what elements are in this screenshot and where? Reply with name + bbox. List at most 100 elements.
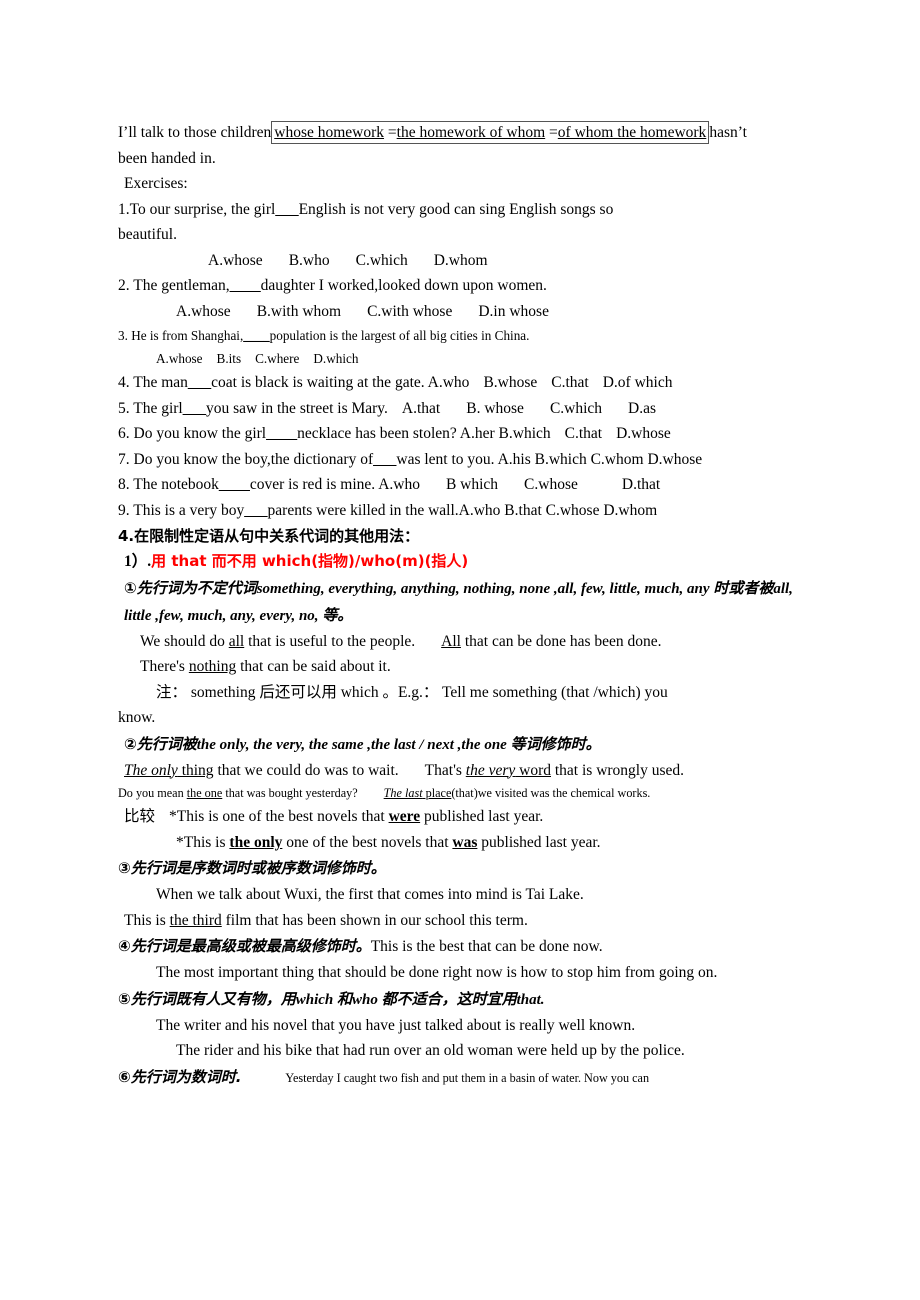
compare-2-keyword-1: the only — [229, 833, 283, 851]
exercises-label: Exercises: — [124, 175, 188, 192]
exercise-4-option-c[interactable]: C.that — [551, 374, 588, 391]
rule-2-ex2b-noun: place — [422, 786, 452, 800]
exercise-2-option-a[interactable]: A.whose — [176, 303, 231, 320]
rule-6-tail: Yesterday I caught two fish and put them… — [285, 1070, 650, 1085]
exercise-6-option-c[interactable]: C.that — [565, 425, 602, 442]
rule-1-ex1-post: that is useful to the people. — [244, 632, 416, 650]
exercise-6-option-d[interactable]: D.whose — [616, 425, 671, 442]
rule-1-ex1-pre: We should do — [140, 632, 229, 650]
rule-3-ex2-post: film that has been shown in our school t… — [221, 911, 528, 929]
exercise-7-stem-a: Do you know the boy,the dictionary of — [129, 450, 374, 468]
exercise-8-option-a[interactable]: A.who — [378, 476, 420, 493]
exercise-4-option-b[interactable]: B.whose — [483, 374, 537, 391]
rule-1-en-1: something, everything, anything, nothing… — [256, 580, 710, 597]
exercise-6-stem: 6. Do you know the girl____necklace has … — [118, 421, 805, 447]
exercise-8-stem: 8. The notebook____cover is red is mine.… — [118, 472, 805, 498]
exercise-5-option-b[interactable]: B. whose — [466, 400, 524, 417]
exercise-3-option-c[interactable]: C.where — [255, 351, 299, 366]
exercise-3-option-d[interactable]: D.which — [313, 351, 358, 366]
exercise-7-option-d[interactable]: D.whose — [647, 451, 702, 468]
rule-6-heading: ⑥先行词为数词时. Yesterday I caught two fish and… — [118, 1064, 805, 1091]
exercise-2-option-d[interactable]: D.in whose — [478, 303, 549, 320]
exercise-1-option-c[interactable]: C.which — [356, 252, 408, 269]
exercise-1-option-b[interactable]: B.who — [289, 252, 330, 269]
exercise-8-stem-a: The notebook — [129, 476, 219, 493]
rule-2-ex2-post: that was bought yesterday? — [222, 786, 358, 800]
item-1-red-text: 用 that 而不用 which(指物)/who(m)(指人) — [151, 552, 469, 570]
exercise-8-option-d[interactable]: D.that — [622, 476, 660, 493]
exercise-9-option-a[interactable]: A.who — [459, 502, 501, 519]
exercise-8-option-b[interactable]: B which — [446, 476, 498, 493]
exercise-1-option-d[interactable]: D.whom — [434, 252, 488, 269]
exercise-9-stem: 9. This is a very boy___parents were kil… — [118, 498, 805, 524]
rule-5-en-1: which — [295, 991, 334, 1008]
compare-2-keyword-2: was — [452, 833, 478, 851]
rule-4-zh-1: 先行词是最高级或被最高级修饰时。 — [130, 937, 371, 955]
exercise-8-option-c[interactable]: C.whose — [524, 476, 578, 493]
exercise-7-option-c[interactable]: C.whom — [591, 451, 644, 468]
exercise-3-option-a[interactable]: A.whose — [156, 351, 203, 366]
compare-2-mid: one of the best novels that — [282, 833, 453, 851]
rule-3-ex2-pre: This is — [124, 911, 170, 929]
exercise-7-option-a[interactable]: A.his — [498, 451, 531, 468]
exercise-8-blank: ____ — [218, 476, 250, 493]
exercise-5-blank: ___ — [182, 399, 206, 417]
exercise-2-option-c[interactable]: C.with whose — [367, 303, 452, 320]
boxed-part-3: of whom the homework — [557, 124, 707, 141]
compare-2-pre: *This is — [176, 833, 230, 851]
boxed-part-2: the homework of whom — [396, 124, 546, 141]
exercise-1-options: A.whose B.who C.which D.whom — [118, 248, 805, 274]
rule-2-ex2b-italic: The last — [383, 786, 423, 800]
exercise-7-option-b[interactable]: B.which — [535, 451, 587, 468]
rule-4-example-1: The most important thing that should be … — [156, 964, 718, 981]
exercise-6-option-a[interactable]: A.her — [460, 425, 495, 442]
rule-3-example-2: This is the third film that has been sho… — [118, 908, 805, 934]
rule-5-zh-3: 都不适合，这时宜用 — [381, 989, 517, 1008]
exercise-9-stem-a: This is a very boy — [129, 501, 245, 519]
exercise-4-option-d[interactable]: D.of which — [603, 374, 673, 391]
exercise-3-stem-b: population is the largest of all big cit… — [269, 328, 530, 343]
exercise-1-option-a[interactable]: A.whose — [208, 252, 263, 269]
exercise-4-stem-a: The man — [129, 374, 188, 391]
rule-5-heading: ⑤先行词既有人又有物，用which 和who 都不适合，这时宜用that. — [118, 986, 805, 1013]
rule-1-ex2-keyword: nothing — [188, 658, 237, 675]
intro-after: hasn’t — [709, 124, 747, 141]
exercise-9-stem-b: parents were killed in the wall. — [267, 501, 459, 519]
exercise-5-stem-a: The girl — [129, 399, 183, 417]
exercise-5-option-d[interactable]: D.as — [628, 400, 656, 417]
rule-2-zh-1: 先行词被 — [136, 734, 197, 753]
exercise-2-option-b[interactable]: B.with whom — [257, 303, 341, 320]
exercise-6-stem-b: necklace has been stolen? — [297, 425, 457, 442]
exercise-8-stem-b: cover is red is mine. — [249, 476, 376, 493]
item-1-number: 1）. — [124, 553, 152, 570]
intro-paragraph: I’ll talk to those children whose homewor… — [118, 120, 805, 146]
exercise-9-option-c[interactable]: C.whose — [546, 502, 600, 519]
exercise-3-number: 3. — [118, 328, 128, 343]
exercise-1-stem-b: English is not very good can sing Englis… — [298, 200, 614, 218]
rule-1-ex2-post: that can be said about it. — [236, 658, 391, 675]
rule-1-ex1-keyword: all — [228, 632, 245, 650]
exercise-2-stem: 2. The gentleman,____daughter I worked,l… — [118, 273, 805, 299]
rule-5-marker: ⑤ — [118, 989, 131, 1008]
exercise-5-stem: 5. The girl___you saw in the street is M… — [118, 396, 805, 422]
rule-3-zh-1: 先行词是序数词时或被序数词修饰时。 — [130, 859, 386, 877]
rule-1-heading: ①先行词为不定代词something, everything, anything… — [118, 575, 805, 629]
exercise-9-option-d[interactable]: D.whom — [603, 502, 657, 519]
rule-5-zh-2: 和 — [336, 989, 352, 1008]
exercise-4-option-a[interactable]: A.who — [428, 374, 470, 391]
rule-3-example-1: When we talk about Wuxi, the first that … — [156, 886, 584, 903]
exercise-5-option-a[interactable]: A.that — [402, 400, 440, 417]
rule-3-ex2-keyword: the third — [169, 911, 222, 929]
rule-2-ex1-rest: that we could do was to wait. — [213, 761, 399, 779]
rule-2-ex1b-noun: word — [515, 761, 551, 779]
compare-1-pre: *This is one of the best novels that — [169, 808, 389, 825]
exercise-3-option-b[interactable]: B.its — [217, 351, 242, 366]
compare-2-post: published last year. — [477, 833, 601, 851]
exercise-6-option-b[interactable]: B.which — [499, 425, 551, 442]
intro-before: I’ll talk to those children — [118, 124, 272, 141]
exercise-5-option-c[interactable]: C.which — [550, 400, 602, 417]
rule-1-note-wrap: know. — [118, 709, 156, 726]
exercise-2-blank: ____ — [229, 277, 261, 294]
exercise-9-option-b[interactable]: B.that — [504, 502, 541, 519]
rule-5-en-2: who — [352, 991, 378, 1008]
